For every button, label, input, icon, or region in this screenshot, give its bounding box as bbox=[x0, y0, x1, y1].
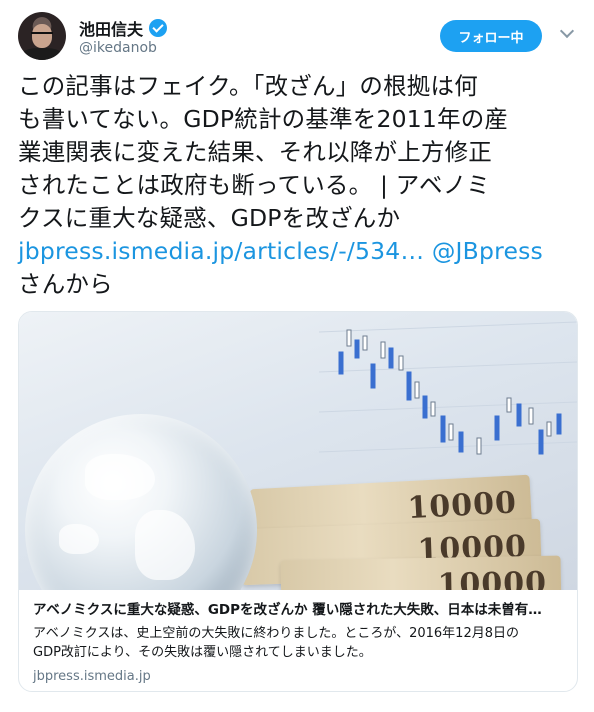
tweet-line: されたことは政府も断っている。 | アベノミ bbox=[18, 171, 491, 199]
tweet-line: 業連関表に変えた結果、それ以降が上方修正 bbox=[18, 138, 492, 166]
chevron-down-icon[interactable] bbox=[559, 23, 575, 39]
tweet-line: さんから bbox=[18, 270, 113, 298]
banknote: 10000 bbox=[280, 555, 562, 590]
globe-continent bbox=[59, 524, 99, 554]
avatar-glasses bbox=[31, 32, 53, 39]
user-name[interactable]: 池田信夫 bbox=[79, 16, 143, 40]
avatar-shirt bbox=[22, 48, 62, 60]
mention-link[interactable]: @JBpress bbox=[432, 237, 543, 265]
avatar[interactable] bbox=[18, 12, 66, 60]
card-description-line: GDP改訂により、その失敗は覆い隠されてしまいました。 bbox=[33, 645, 372, 660]
banknote-amount: 10000 bbox=[437, 565, 548, 590]
candlestick-chart-background bbox=[319, 321, 577, 455]
verified-badge-icon bbox=[149, 19, 168, 37]
card-title[interactable]: アベノミクスに重大な疑惑、GDPを改ざんか 覆い隠された大失敗、日本は未曽有… bbox=[33, 598, 565, 618]
tweet-url-link[interactable]: jbpress.ismedia.jp/articles/-/534… bbox=[18, 237, 424, 265]
link-card[interactable]: 10000 10000 10000 アベノミクスに重大な疑惑、GDPを改ざんか … bbox=[18, 311, 578, 692]
card-description: アベノミクスは、史上空前の大失敗に終わりました。ところが、2016年12月8日の… bbox=[33, 624, 565, 662]
tweet-text: この記事はフェイク。「改ざん」の根拠は何 も書いてない。GDP統計の基準を201… bbox=[18, 70, 578, 301]
card-domain: jbpress.ismedia.jp bbox=[33, 669, 151, 684]
name-row: 池田信夫 bbox=[79, 16, 168, 40]
glass-globe bbox=[25, 414, 257, 590]
tweet-link-line: jbpress.ismedia.jp/articles/-/534… @JBpr… bbox=[18, 235, 578, 268]
tweet-line: この記事はフェイク。「改ざん」の根拠は何 bbox=[18, 72, 478, 100]
tweet-line: クスに重大な疑惑、GDPを改ざんか bbox=[18, 204, 401, 232]
card-image[interactable]: 10000 10000 10000 bbox=[19, 312, 577, 590]
following-button[interactable]: フォロー中 bbox=[440, 20, 542, 52]
user-handle[interactable]: @ikedanob bbox=[79, 40, 157, 56]
card-description-line: アベノミクスは、史上空前の大失敗に終わりました。ところが、2016年12月8日の bbox=[33, 626, 519, 641]
globe-continent bbox=[135, 510, 195, 580]
globe-continent bbox=[85, 454, 155, 500]
card-body: アベノミクスに重大な疑惑、GDPを改ざんか 覆い隠された大失敗、日本は未曽有… … bbox=[33, 598, 565, 684]
tweet-line: も書いてない。GDP統計の基準を2011年の産 bbox=[18, 105, 509, 133]
tweet-header: 池田信夫 @ikedanob フォロー中 bbox=[18, 12, 578, 62]
